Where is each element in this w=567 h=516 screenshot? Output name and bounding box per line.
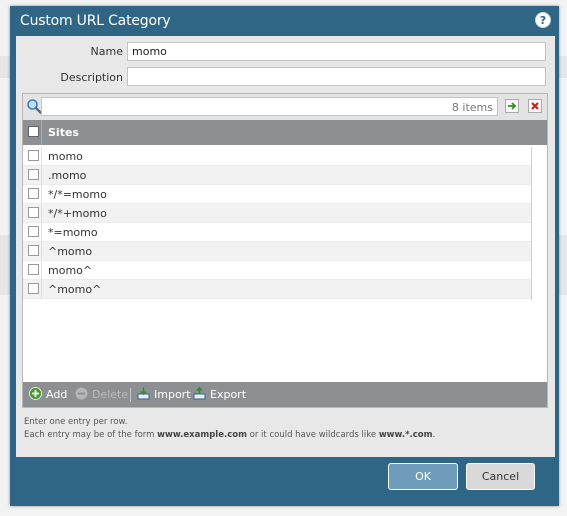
site-entry: *=momo <box>48 226 98 239</box>
column-divider <box>41 166 42 185</box>
hint-text: or it could have wildcards like <box>249 430 377 440</box>
name-label: Name <box>90 45 123 58</box>
delete-icon <box>75 387 88 400</box>
column-divider <box>41 147 42 166</box>
row-checkbox[interactable] <box>28 283 39 294</box>
site-entry: .momo <box>48 169 87 182</box>
dialog-title: Custom URL Category <box>20 13 171 29</box>
hint-wildcard: www.*.com <box>378 430 433 440</box>
table-row[interactable]: *=momo <box>23 223 531 242</box>
table-row[interactable]: ^momo <box>23 242 531 261</box>
site-entry: ^momo^ <box>48 283 102 296</box>
site-entry: momo <box>48 150 83 163</box>
hint-example: www.example.com <box>157 430 247 440</box>
row-checkbox[interactable] <box>28 188 39 199</box>
help-icon[interactable]: ? <box>535 12 551 28</box>
site-entry: */*=momo <box>48 188 107 201</box>
hint-line-2: Each entry may be of the form www.exampl… <box>24 430 435 440</box>
ok-button[interactable]: OK <box>388 463 458 490</box>
column-divider <box>41 120 42 145</box>
table-row[interactable]: ^momo^ <box>23 280 531 299</box>
import-button[interactable]: Import <box>154 388 191 401</box>
search-icon <box>27 99 42 114</box>
select-all-checkbox[interactable] <box>28 126 39 137</box>
sites-grid: 8 items Sites momo .momo */*=momo */*+mo… <box>22 93 548 408</box>
apply-filter-button[interactable] <box>505 99 519 113</box>
column-divider <box>41 261 42 280</box>
clear-x-icon <box>531 102 539 110</box>
row-checkbox[interactable] <box>28 264 39 275</box>
column-divider <box>41 204 42 223</box>
toolbar-divider <box>130 388 131 402</box>
column-divider <box>41 185 42 204</box>
cancel-button[interactable]: Cancel <box>466 463 535 490</box>
site-entry: momo^ <box>48 264 93 277</box>
dialog-body: Name momo Description 8 items Sites momo… <box>16 36 555 457</box>
export-icon <box>193 387 206 400</box>
column-divider <box>41 223 42 242</box>
delete-button[interactable]: Delete <box>92 388 128 401</box>
row-checkbox[interactable] <box>28 226 39 237</box>
grid-search-bar: 8 items <box>23 94 547 120</box>
row-checkbox[interactable] <box>28 245 39 256</box>
site-entry: ^momo <box>48 245 93 258</box>
hint-line-1: Enter one entry per row. <box>24 417 128 427</box>
table-row[interactable]: .momo <box>23 166 531 185</box>
table-row[interactable]: momo <box>23 147 531 166</box>
row-checkbox[interactable] <box>28 150 39 161</box>
table-row[interactable]: momo^ <box>23 261 531 280</box>
scrollbar-track[interactable] <box>531 147 532 300</box>
row-checkbox[interactable] <box>28 169 39 180</box>
name-field[interactable]: momo <box>127 42 546 61</box>
dialog-titlebar: Custom URL Category ? <box>10 6 559 36</box>
dialog-footer: OK Cancel <box>10 457 559 506</box>
add-icon <box>29 387 42 400</box>
hint-text: . <box>432 430 436 440</box>
add-button[interactable]: Add <box>46 388 67 401</box>
grid-toolbar: Add Delete Import Export <box>23 382 547 407</box>
hint-text: Each entry may be of the form <box>24 430 155 440</box>
import-icon <box>137 387 150 400</box>
filter-input[interactable]: 8 items <box>41 97 498 116</box>
clear-filter-button[interactable] <box>528 99 542 113</box>
export-button[interactable]: Export <box>210 388 246 401</box>
sites-column-header[interactable]: Sites <box>48 126 79 139</box>
row-checkbox[interactable] <box>28 207 39 218</box>
site-entry: */*+momo <box>48 207 107 220</box>
arrow-right-icon <box>508 102 517 110</box>
column-divider <box>41 242 42 261</box>
grid-header: Sites <box>23 120 547 145</box>
description-label: Description <box>60 71 123 84</box>
description-field[interactable] <box>127 67 546 86</box>
table-row[interactable]: */*+momo <box>23 204 531 223</box>
item-count: 8 items <box>451 101 493 114</box>
custom-url-category-dialog: Custom URL Category ? Name momo Descript… <box>10 6 559 506</box>
table-row[interactable]: */*=momo <box>23 185 531 204</box>
sites-list: momo .momo */*=momo */*+momo *=momo ^mom… <box>23 147 531 299</box>
column-divider <box>41 280 42 299</box>
